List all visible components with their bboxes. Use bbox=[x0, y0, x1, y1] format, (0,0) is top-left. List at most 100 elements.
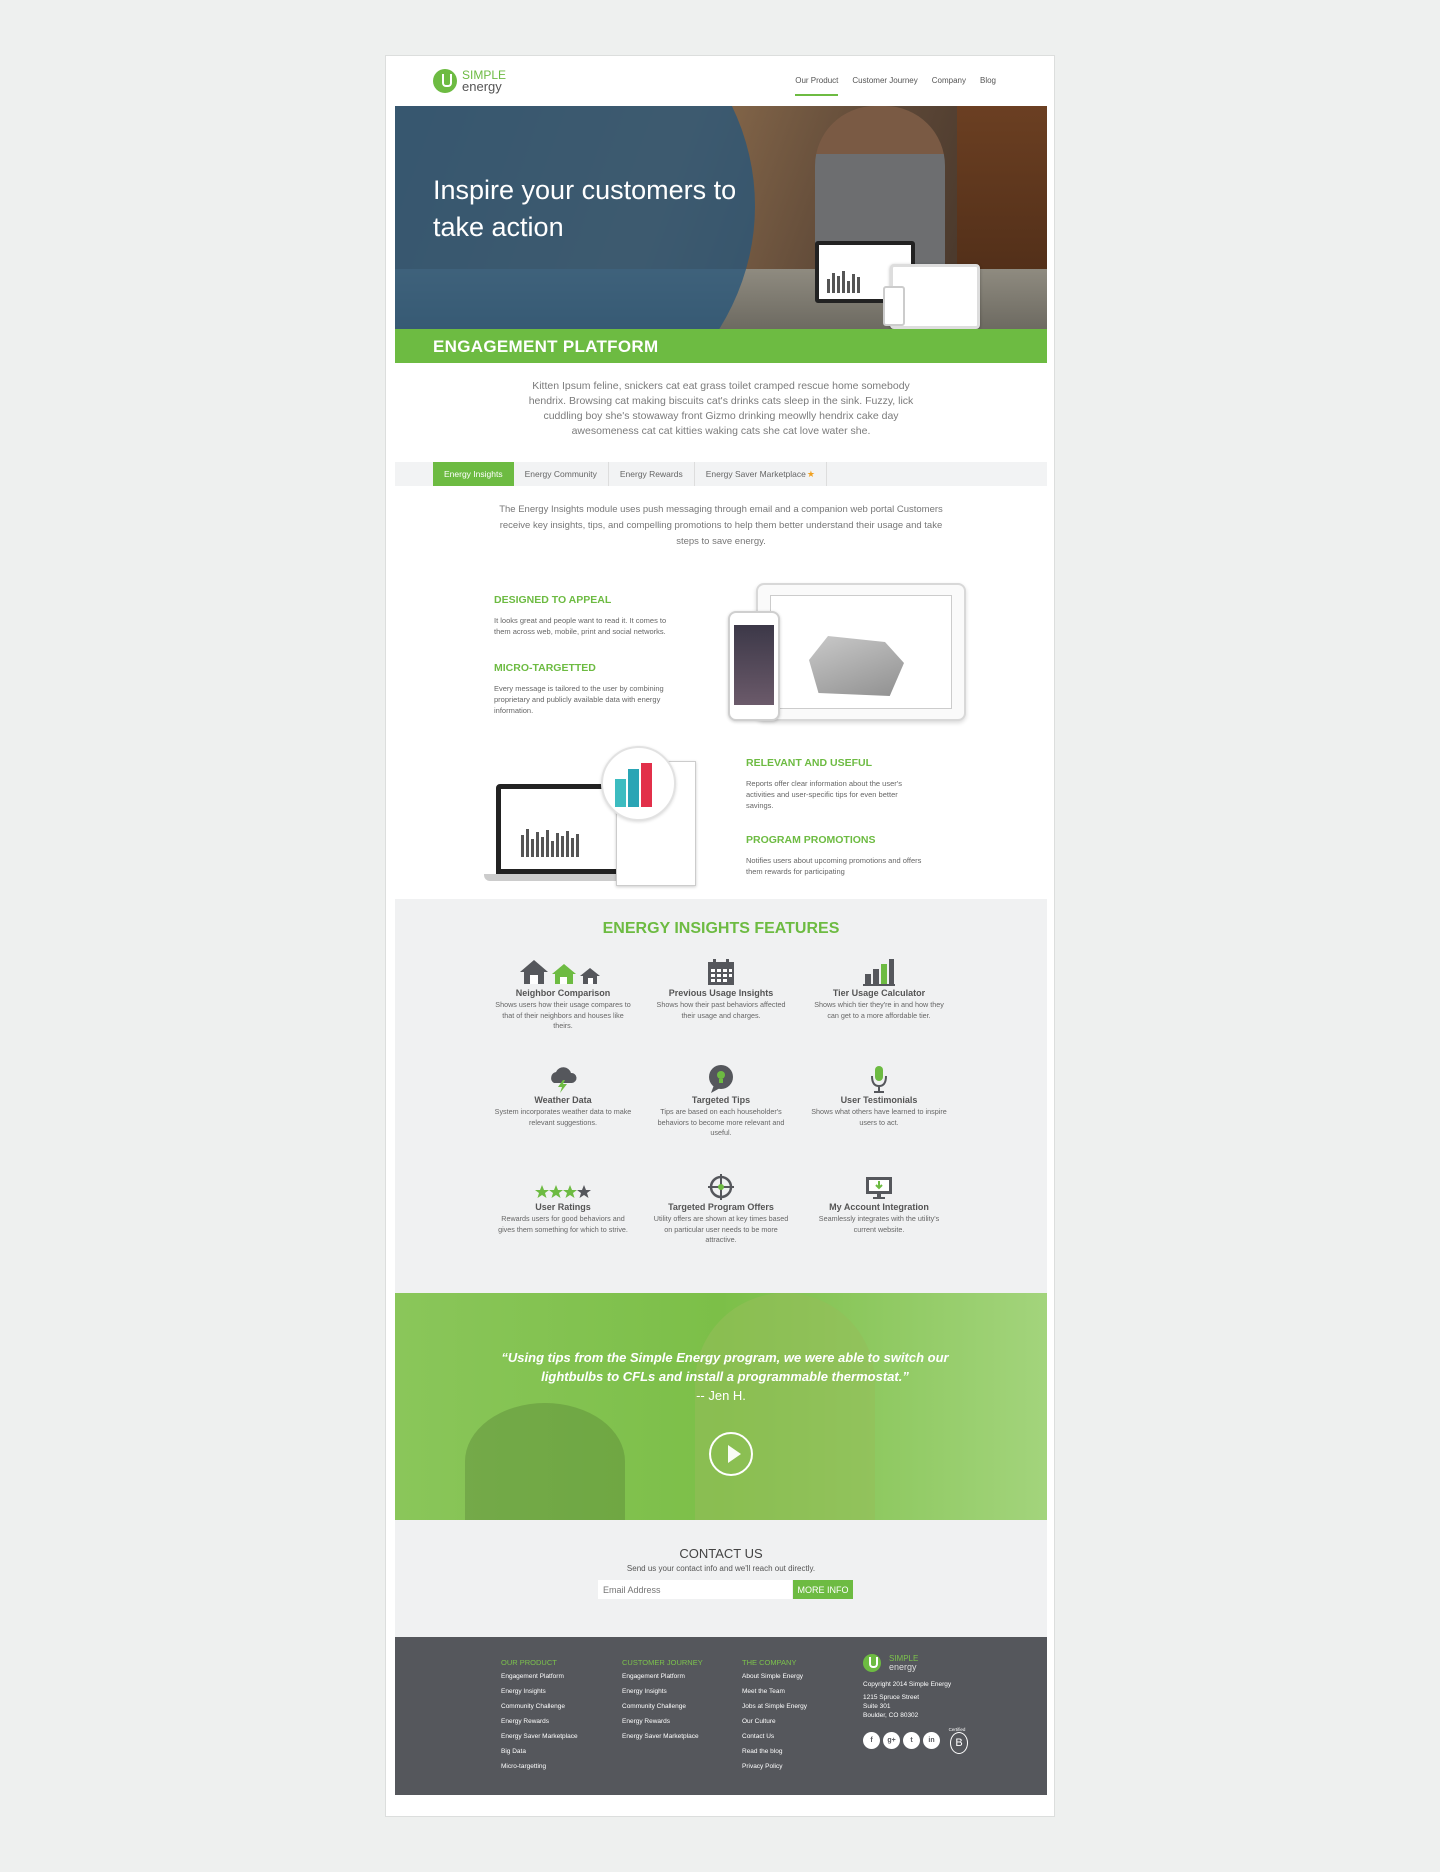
highlight-micro-targetted: MICRO-TARGETTED Every message is tailore… bbox=[494, 662, 674, 716]
feature-previous-usage: Previous Usage Insights Shows how their … bbox=[651, 956, 791, 1021]
feature-text: System incorporates weather data to make… bbox=[494, 1107, 632, 1127]
highlight-designed: DESIGNED TO APPEAL It looks great and pe… bbox=[494, 594, 674, 637]
testimonial-author: -- Jen H. bbox=[696, 1388, 746, 1403]
footer-link[interactable]: Energy Insights bbox=[501, 1688, 578, 1695]
highlight-text: Every message is tailored to the user by… bbox=[494, 684, 664, 715]
footer-link[interactable]: Community Challenge bbox=[501, 1703, 578, 1710]
features-section: ENERGY INSIGHTS FEATURES Neighbor Compar… bbox=[395, 899, 1047, 1293]
linkedin-icon[interactable]: in bbox=[923, 1732, 940, 1749]
footer-link[interactable]: Meet the Team bbox=[742, 1688, 807, 1695]
lightbulb-bubble-icon bbox=[651, 1063, 791, 1093]
twitter-icon[interactable]: t bbox=[903, 1732, 920, 1749]
footer-address-block: Copyright 2014 Simple Energy 1215 Spruce… bbox=[863, 1680, 951, 1720]
logo[interactable]: SIMPLE energy bbox=[433, 69, 506, 93]
bcorp-badge: Certified B bbox=[946, 1727, 968, 1754]
nav-company[interactable]: Company bbox=[932, 76, 966, 96]
tablet-mockup-image bbox=[756, 583, 966, 721]
certified-label: Certified bbox=[948, 1727, 966, 1732]
house-illustration bbox=[809, 636, 904, 696]
footer-column-the-company: THE COMPANY About Simple Energy Meet the… bbox=[742, 1658, 807, 1778]
feature-text: Shows which tier they're in and how they… bbox=[814, 1000, 944, 1020]
testimonial-quote: “Using tips from the Simple Energy progr… bbox=[501, 1350, 949, 1384]
footer-link[interactable]: Jobs at Simple Energy bbox=[742, 1703, 807, 1710]
nav-our-product[interactable]: Our Product bbox=[795, 76, 839, 96]
footer-link[interactable]: Contact Us bbox=[742, 1733, 807, 1740]
tab-energy-saver-marketplace[interactable]: Energy Saver Marketplace★ bbox=[695, 462, 827, 486]
footer-link[interactable]: Our Culture bbox=[742, 1718, 807, 1725]
feature-title: My Account Integration bbox=[829, 1202, 929, 1212]
footer-link[interactable]: Read the blog bbox=[742, 1748, 807, 1755]
footer-link[interactable]: Big Data bbox=[501, 1748, 578, 1755]
module-description: The Energy Insights module uses push mes… bbox=[499, 504, 943, 547]
hero-phone-mockup bbox=[883, 286, 905, 326]
feature-title: User Testimonials bbox=[840, 1095, 918, 1105]
product-tabs: Energy Insights Energy Community Energy … bbox=[395, 462, 1047, 486]
feature-user-testimonials: User Testimonials Shows what others have… bbox=[809, 1063, 949, 1128]
contact-title: CONTACT US bbox=[679, 1546, 763, 1561]
feature-user-ratings: User Ratings Rewards users for good beha… bbox=[493, 1170, 633, 1235]
feature-text: Seamlessly integrates with the utility's… bbox=[818, 1214, 940, 1234]
page-frame: SIMPLE energy Our Product Customer Journ… bbox=[385, 55, 1055, 1817]
plug-icon bbox=[433, 69, 457, 93]
crosshair-icon bbox=[651, 1170, 791, 1200]
play-video-button[interactable] bbox=[709, 1432, 753, 1476]
site-footer: OUR PRODUCT Engagement Platform Energy I… bbox=[395, 1637, 1047, 1795]
logo-text-bottom: energy bbox=[462, 79, 502, 94]
feature-targeted-offers: Targeted Program Offers Utility offers a… bbox=[651, 1170, 791, 1246]
email-input[interactable] bbox=[598, 1580, 792, 1599]
feature-account-integration: My Account Integration Seamlessly integr… bbox=[809, 1170, 949, 1235]
footer-link[interactable]: Engagement Platform bbox=[501, 1673, 578, 1680]
feature-targeted-tips: Targeted Tips Tips are based on each hou… bbox=[651, 1063, 791, 1139]
calendar-icon bbox=[651, 956, 791, 986]
microphone-icon bbox=[809, 1063, 949, 1093]
tab-energy-rewards[interactable]: Energy Rewards bbox=[609, 462, 695, 486]
feature-title: Neighbor Comparison bbox=[515, 988, 611, 998]
footer-logo[interactable]: SIMPLE energy bbox=[863, 1654, 918, 1672]
feature-text: Tips are based on each householder's beh… bbox=[657, 1107, 785, 1137]
footer-link[interactable]: Energy Rewards bbox=[622, 1718, 703, 1725]
feature-title: User Ratings bbox=[535, 1202, 591, 1212]
hero-title: Inspire your customers to take action bbox=[433, 175, 737, 242]
nav-blog[interactable]: Blog bbox=[980, 76, 996, 96]
testimonial-photo-woman bbox=[695, 1293, 875, 1520]
tab-energy-community[interactable]: Energy Community bbox=[514, 462, 609, 486]
feature-title: Targeted Tips bbox=[691, 1095, 751, 1105]
highlight-text: It looks great and people want to read i… bbox=[494, 616, 667, 636]
contact-subtitle: Send us your contact info and we'll reac… bbox=[626, 1564, 816, 1573]
footer-link[interactable]: Community Challenge bbox=[622, 1703, 703, 1710]
footer-link[interactable]: Energy Rewards bbox=[501, 1718, 578, 1725]
footer-link[interactable]: Micro-targetting bbox=[501, 1763, 578, 1770]
footer-column-title: CUSTOMER JOURNEY bbox=[622, 1658, 703, 1667]
footer-link[interactable]: Energy Saver Marketplace bbox=[501, 1733, 578, 1740]
tab-energy-insights[interactable]: Energy Insights bbox=[433, 462, 514, 486]
footer-column-title: THE COMPANY bbox=[742, 1658, 797, 1667]
bcorp-icon: B bbox=[950, 1732, 968, 1754]
highlight-title: RELEVANT AND USEFUL bbox=[746, 757, 872, 769]
phone-mockup-image bbox=[728, 611, 780, 721]
more-info-button[interactable]: MORE INFO bbox=[793, 1580, 853, 1599]
feature-neighbor-comparison: Neighbor Comparison Shows users how thei… bbox=[493, 956, 633, 1032]
section-title: ENGAGEMENT PLATFORM bbox=[433, 337, 659, 356]
feature-text: Shows how their past behaviors affected … bbox=[656, 1000, 786, 1020]
feature-text: Shows what others have learned to inspir… bbox=[811, 1107, 947, 1127]
highlight-promotions: PROGRAM PROMOTIONS Notifies users about … bbox=[746, 834, 926, 877]
footer-link[interactable]: Energy Saver Marketplace bbox=[622, 1733, 703, 1740]
footer-link[interactable]: Energy Insights bbox=[622, 1688, 703, 1695]
google-plus-icon[interactable]: g+ bbox=[883, 1732, 900, 1749]
footer-link[interactable]: Privacy Policy bbox=[742, 1763, 807, 1770]
highlight-relevant: RELEVANT AND USEFUL Reports offer clear … bbox=[746, 757, 926, 811]
facebook-icon[interactable]: f bbox=[863, 1732, 880, 1749]
star-icon: ★ bbox=[806, 469, 815, 479]
footer-link[interactable]: Engagement Platform bbox=[622, 1673, 703, 1680]
bar-chart-icon bbox=[809, 956, 949, 986]
nav-customer-journey[interactable]: Customer Journey bbox=[852, 76, 917, 96]
footer-column-customer-journey: CUSTOMER JOURNEY Engagement Platform Ene… bbox=[622, 1658, 703, 1748]
feature-title: Tier Usage Calculator bbox=[832, 988, 926, 998]
feature-title: Weather Data bbox=[534, 1095, 592, 1105]
contact-section: CONTACT US Send us your contact info and… bbox=[395, 1520, 1047, 1637]
footer-link[interactable]: About Simple Energy bbox=[742, 1673, 807, 1680]
features-title: ENERGY INSIGHTS FEATURES bbox=[602, 920, 840, 937]
address-line: 1215 Spruce Street bbox=[863, 1694, 920, 1701]
storm-cloud-icon bbox=[493, 1063, 633, 1093]
monitor-icon bbox=[809, 1170, 949, 1200]
